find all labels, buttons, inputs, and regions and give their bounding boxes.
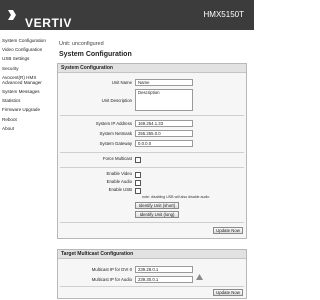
- brand-name: VERTIV: [25, 16, 72, 30]
- sidebar-item-statistics[interactable]: Statistics: [2, 98, 56, 103]
- sidebar-item-advanced-manager[interactable]: Avocent(R) HMX Advanced Manager: [2, 75, 56, 85]
- sidebar-item-security[interactable]: Security: [2, 66, 56, 71]
- system-ip-label: System IP Address: [95, 121, 132, 126]
- enable-video-label: Enable Video: [106, 171, 133, 176]
- multicast-audio-input[interactable]: 239.30.0.1: [135, 276, 193, 283]
- unit-description-label: Unit Description: [101, 98, 132, 103]
- enable-usb-label: Enable USB: [108, 187, 132, 192]
- section-divider: [60, 286, 244, 287]
- identify-short-button[interactable]: Identify Unit (short): [135, 202, 179, 209]
- section-divider: [60, 222, 244, 223]
- multicast-update-now-button[interactable]: Update Now: [213, 289, 243, 296]
- system-gateway-input[interactable]: 0.0.0.0: [135, 140, 193, 147]
- page-title: System Configuration: [59, 51, 132, 58]
- sidebar-item-about[interactable]: About: [2, 126, 56, 131]
- sidebar-item-firmware-upgrade[interactable]: Firmware Upgrade: [2, 107, 56, 112]
- unit-name-input[interactable]: Name: [135, 79, 193, 86]
- multicast-audio-label: Multicast IP for Audio: [91, 277, 132, 282]
- multicast-configuration-panel: Target Multicast Configuration Multicast…: [57, 249, 247, 299]
- system-update-now-button[interactable]: Update Now: [213, 227, 243, 234]
- system-netmask-input[interactable]: 255.255.0.0: [135, 130, 193, 137]
- system-netmask-label: System Netmask: [99, 131, 132, 136]
- unit-name-text: Unit: unconfigured: [59, 41, 104, 47]
- sidebar-item-usb-settings[interactable]: USB Settings: [2, 56, 56, 61]
- multicast-video-label: Multicast IP for DVI 0: [91, 267, 132, 272]
- top-header: VERTIV HMX5150T: [0, 0, 254, 30]
- system-configuration-panel: System Configuration Unit Name Name Unit…: [57, 63, 247, 239]
- system-ip-input[interactable]: 169.254.1.33: [135, 120, 193, 127]
- enable-audio-label: Enable Audio: [106, 179, 132, 184]
- sidebar-item-reboot[interactable]: Reboot: [2, 117, 56, 122]
- force-multicast-checkbox[interactable]: [135, 157, 141, 163]
- unit-name-label: Unit Name: [111, 80, 132, 85]
- sidebar-item-video-configuration[interactable]: Video Configuration: [2, 47, 56, 52]
- vertiv-logo: VERTIV: [7, 8, 71, 30]
- main-content: Unit: unconfigured System Configuration …: [57, 40, 247, 299]
- section-divider: [60, 152, 244, 153]
- section-divider: [60, 167, 244, 168]
- warning-icon: [196, 267, 203, 280]
- enable-video-checkbox[interactable]: [135, 172, 141, 178]
- sidebar-item-system-configuration[interactable]: System Configuration: [2, 38, 56, 43]
- system-gateway-label: System Gateway: [99, 141, 132, 146]
- vertiv-logo-icon: [8, 10, 16, 20]
- identify-long-button[interactable]: Identify Unit (long): [135, 211, 179, 218]
- model-number: HMX5150T: [203, 10, 244, 19]
- enable-usb-checkbox[interactable]: [135, 188, 141, 194]
- sidebar-item-system-messages[interactable]: System Messages: [2, 89, 56, 94]
- multicast-configuration-title: Target Multicast Configuration: [58, 250, 246, 259]
- sidebar-nav: System Configuration Video Configuration…: [2, 38, 56, 135]
- unit-description-textarea[interactable]: Description: [135, 89, 193, 111]
- multicast-video-input[interactable]: 239.28.0.1: [135, 266, 193, 273]
- usb-note: note: disabling USB will also disable au…: [142, 195, 210, 199]
- section-divider: [60, 115, 244, 116]
- enable-audio-checkbox[interactable]: [135, 180, 141, 186]
- system-configuration-title: System Configuration: [58, 64, 246, 73]
- force-multicast-label: Force Multicast: [102, 156, 132, 161]
